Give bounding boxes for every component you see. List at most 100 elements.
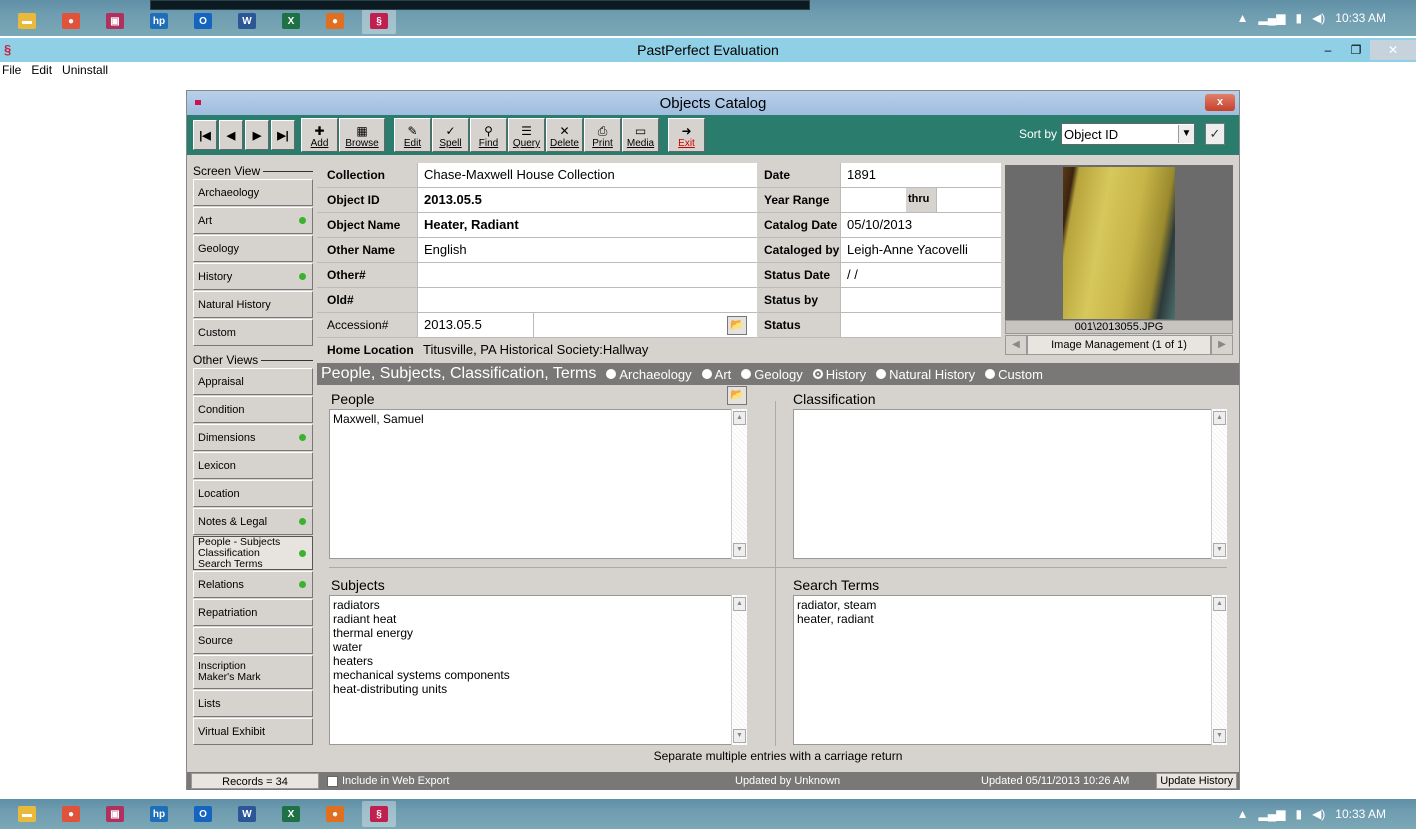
radio-button-icon[interactable] — [876, 369, 887, 379]
screen-view-item-geology[interactable]: Geology — [193, 235, 313, 262]
people-folder-icon[interactable]: 📂 — [727, 386, 747, 405]
other-views-item-lists[interactable]: Lists — [193, 690, 313, 717]
scroll-down-icon[interactable]: ▼ — [733, 543, 746, 557]
radio-archaeology[interactable]: Archaeology — [606, 367, 692, 382]
taskbar-hp-button[interactable]: hp — [142, 801, 176, 827]
scroll-down-icon[interactable]: ▼ — [733, 729, 746, 743]
catalog-close-button[interactable]: x — [1205, 94, 1235, 111]
taskbar-excel-button[interactable]: X — [274, 801, 308, 827]
edit-button[interactable]: ✎ Edit — [394, 118, 431, 152]
taskbar-word-button[interactable]: W — [230, 801, 264, 827]
status-by-field[interactable] — [840, 288, 1001, 312]
year-range-start-field[interactable] — [840, 188, 906, 212]
screen-view-item-natural-history[interactable]: Natural History — [193, 291, 313, 318]
browse-button[interactable]: ▦ Browse — [339, 118, 385, 152]
other-views-item-virtual-exhibit[interactable]: Virtual Exhibit — [193, 718, 313, 745]
old-number-field[interactable] — [417, 288, 757, 312]
image-management-button[interactable]: Image Management (1 of 1) — [1027, 335, 1211, 355]
media-button[interactable]: ▭ Media — [622, 118, 659, 152]
close-button[interactable]: ✕ — [1370, 40, 1416, 60]
taskbar-pastperfect-button[interactable]: § — [362, 801, 396, 827]
web-export-checkbox[interactable] — [327, 775, 338, 787]
other-views-item-dimensions[interactable]: Dimensions — [193, 424, 313, 451]
taskbar-firefox-button[interactable]: ● — [318, 801, 352, 827]
image-prev-button[interactable]: ◀ — [1005, 335, 1027, 355]
next-record-button[interactable]: ▶ — [245, 120, 269, 150]
chevron-down-icon[interactable]: ▼ — [1178, 125, 1194, 143]
screen-view-item-history[interactable]: History — [193, 263, 313, 290]
signal-icon[interactable]: ▂▄▆ — [1258, 11, 1285, 25]
radio-button-icon[interactable] — [606, 369, 617, 379]
subjects-list[interactable]: radiators radiant heat thermal energy wa… — [329, 595, 747, 745]
people-list[interactable]: Maxwell, Samuel — [329, 409, 747, 559]
menu-edit[interactable]: Edit — [31, 63, 52, 81]
cataloged-by-field[interactable]: Leigh-Anne Yacovelli — [840, 238, 1001, 262]
volume-icon[interactable]: ◀) — [1312, 11, 1325, 25]
accession-lookup-field[interactable] — [533, 313, 717, 337]
taskbar-pastperfect-button[interactable]: § — [362, 8, 396, 34]
other-name-field[interactable]: English — [417, 238, 757, 262]
signal-icon[interactable]: ▂▄▆ — [1258, 807, 1285, 821]
other-views-item-condition[interactable]: Condition — [193, 396, 313, 423]
people-scrollbar[interactable]: ▲ ▼ — [731, 409, 747, 559]
taskbar-firefox-button[interactable]: ● — [318, 8, 352, 34]
restore-button[interactable]: ❐ — [1342, 43, 1370, 57]
other-views-item-notes-legal[interactable]: Notes & Legal — [193, 508, 313, 535]
query-button[interactable]: ☰ Query — [508, 118, 545, 152]
other-views-item-relations[interactable]: Relations — [193, 571, 313, 598]
other-views-item-source[interactable]: Source — [193, 627, 313, 654]
radio-button-icon[interactable] — [812, 369, 823, 379]
update-history-button[interactable]: Update History — [1156, 773, 1237, 789]
other-views-item-people-subjects[interactable]: People - Subjects Classification Search … — [193, 536, 313, 570]
find-button[interactable]: ⚲ Find — [470, 118, 507, 152]
taskbar-outlook-button[interactable]: O — [186, 801, 220, 827]
taskbar-outlook-button[interactable]: O — [186, 8, 220, 34]
classification-scrollbar[interactable]: ▲ ▼ — [1211, 409, 1227, 559]
object-name-field[interactable]: Heater, Radiant — [417, 213, 757, 237]
taskbar-excel-button[interactable]: X — [274, 8, 308, 34]
search-terms-list[interactable]: radiator, steam heater, radiant — [793, 595, 1227, 745]
first-record-button[interactable]: |◀ — [193, 120, 217, 150]
print-button[interactable]: ⎙ Print — [584, 118, 621, 152]
other-views-item-appraisal[interactable]: Appraisal — [193, 368, 313, 395]
taskbar-word-button[interactable]: W — [230, 8, 264, 34]
menu-uninstall[interactable]: Uninstall — [62, 63, 108, 81]
taskbar-file-explorer-button[interactable]: ▬ — [10, 8, 44, 34]
taskbar-presentation-button[interactable]: ▣ — [98, 8, 132, 34]
radio-natural-history[interactable]: Natural History — [876, 367, 975, 382]
sort-select[interactable]: Object ID ▼ — [1061, 123, 1195, 145]
scroll-down-icon[interactable]: ▼ — [1213, 543, 1226, 557]
radio-art[interactable]: Art — [701, 367, 731, 382]
taskbar-hp-button[interactable]: hp — [142, 8, 176, 34]
other-number-field[interactable] — [417, 263, 757, 287]
radio-geology[interactable]: Geology — [741, 367, 803, 382]
last-record-button[interactable]: ▶| — [271, 120, 295, 150]
delete-button[interactable]: ✕ Delete — [546, 118, 583, 152]
year-range-end-field[interactable] — [936, 188, 1001, 212]
accession-field[interactable]: 2013.05.5 — [417, 313, 533, 337]
scroll-up-icon[interactable]: ▲ — [733, 597, 746, 611]
home-location-field[interactable]: Titusville, PA Historical Society:Hallwa… — [417, 338, 747, 363]
clock-bottom[interactable]: 10:33 AM — [1335, 807, 1386, 821]
clock[interactable]: 10:33 AM — [1335, 11, 1386, 25]
radio-custom[interactable]: Custom — [985, 367, 1043, 382]
screen-view-item-art[interactable]: Art — [193, 207, 313, 234]
radio-button-icon[interactable] — [701, 369, 712, 379]
taskbar-presentation-button[interactable]: ▣ — [98, 801, 132, 827]
scroll-up-icon[interactable]: ▲ — [733, 411, 746, 425]
scroll-up-icon[interactable]: ▲ — [1213, 411, 1226, 425]
catalog-date-field[interactable]: 05/10/2013 — [840, 213, 1001, 237]
collection-field[interactable]: Chase-Maxwell House Collection — [417, 163, 757, 187]
chevron-up-icon[interactable]: ▲ — [1237, 11, 1249, 25]
search-terms-scrollbar[interactable]: ▲ ▼ — [1211, 595, 1227, 745]
object-image-frame[interactable] — [1005, 165, 1233, 320]
menu-file[interactable]: File — [2, 63, 21, 81]
radio-button-icon[interactable] — [985, 369, 996, 379]
date-field[interactable]: 1891 — [840, 163, 1001, 187]
other-views-item-location[interactable]: Location — [193, 480, 313, 507]
minimize-button[interactable]: – — [1314, 43, 1342, 57]
spell-button[interactable]: ✓ Spell — [432, 118, 469, 152]
taskbar-chrome-button[interactable]: ● — [54, 8, 88, 34]
exit-button[interactable]: ➜ Exit — [668, 118, 705, 152]
taskbar-file-explorer-button[interactable]: ▬ — [10, 801, 44, 827]
